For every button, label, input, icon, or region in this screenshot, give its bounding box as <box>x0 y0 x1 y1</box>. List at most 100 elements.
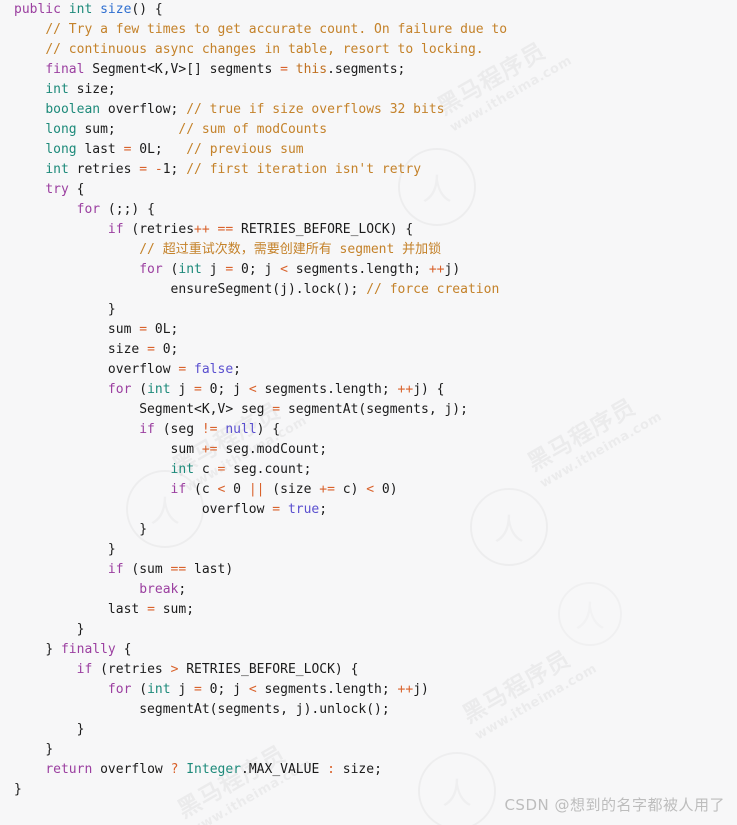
code-line: sum += seg.modCount; <box>0 440 737 460</box>
code-line: int retries = -1; // first iteration isn… <box>0 160 737 180</box>
code-token-kw: finally <box>60 642 116 657</box>
code-token-plain: sum; <box>154 602 195 617</box>
code-token-plain: } <box>45 642 61 657</box>
code-token-type: long <box>45 122 77 137</box>
code-line: public int size() { <box>0 0 737 20</box>
code-line: last = sum; <box>0 600 737 620</box>
code-token-cmt: // force creation <box>366 282 500 297</box>
code-line: // continuous async changes in table, re… <box>0 40 737 60</box>
code-token-op: == <box>170 562 187 577</box>
code-line: for (int j = 0; j < segments.length; ++j… <box>0 380 737 400</box>
code-token-plain: sum <box>107 322 140 337</box>
code-token-plain: j <box>201 262 226 277</box>
code-token-kw: break <box>139 582 179 597</box>
code-token-type: int <box>45 162 69 177</box>
code-token-plain: overflow <box>107 362 179 377</box>
code-token-plain: 0L; <box>147 322 179 337</box>
code-token-plain: j) <box>413 682 429 697</box>
code-line: } <box>0 740 737 760</box>
code-token-plain: } <box>45 742 54 757</box>
code-token-type: int <box>147 382 171 397</box>
code-token-plain: overflow; <box>100 102 187 117</box>
code-token-lit: true <box>287 502 320 517</box>
code-token-op: : <box>327 762 335 777</box>
code-token-plain: 0; j <box>201 682 249 697</box>
code-token-kw: if <box>107 562 124 577</box>
code-token-plain: (retries <box>123 222 195 237</box>
code-token-op: < <box>366 482 375 497</box>
code-token-plain: } <box>76 622 85 637</box>
code-line: if (retries > RETRIES_BEFORE_LOCK) { <box>0 660 737 680</box>
code-token-plain: retries <box>68 162 140 177</box>
code-token-plain: Segment<K,V>[] segments <box>84 62 281 77</box>
code-token-plain: last <box>107 602 148 617</box>
code-token-plain: 1; <box>162 162 187 177</box>
code-token-type: long <box>45 142 77 157</box>
code-line: int c = seg.count; <box>0 460 737 480</box>
code-token-plain: 0; j <box>201 382 249 397</box>
code-line: segmentAt(segments, j).unlock(); <box>0 700 737 720</box>
code-token-plain: last) <box>186 562 234 577</box>
code-line: return overflow ? Integer.MAX_VALUE : si… <box>0 760 737 780</box>
code-line: overflow = true; <box>0 500 737 520</box>
code-token-op: ++ <box>397 682 414 697</box>
code-token-op: || <box>248 482 265 497</box>
code-token-plain: segmentAt(segments, j); <box>280 402 468 417</box>
code-token-cmt: // previous sum <box>186 142 304 157</box>
code-screenshot: 黑马程序员 www.itheima.com 黑马程序员 www.itheima.… <box>0 0 737 825</box>
code-token-plain: 0; j <box>233 262 281 277</box>
code-line: Segment<K,V> seg = segmentAt(segments, j… <box>0 400 737 420</box>
code-token-plain: } <box>107 302 116 317</box>
code-token-lit: false <box>194 362 234 377</box>
code-token-type: Integer <box>186 762 242 777</box>
code-token-plain: overflow <box>201 502 273 517</box>
code-line: long last = 0L; // previous sum <box>0 140 737 160</box>
code-token-op: += <box>201 442 218 457</box>
code-line: } <box>0 720 737 740</box>
code-token-kw: for <box>76 202 101 217</box>
code-token-cmt: // first iteration isn't retry <box>186 162 422 177</box>
code-token-op: = <box>194 682 202 697</box>
code-token-type: int <box>178 262 202 277</box>
code-line: if (retries++ == RETRIES_BEFORE_LOCK) { <box>0 220 737 240</box>
code-line: ensureSegment(j).lock(); // force creati… <box>0 280 737 300</box>
code-token-op: ++ <box>194 222 210 237</box>
code-token-plain: { <box>68 182 85 197</box>
code-token-op: = <box>147 342 155 357</box>
code-token-type: int <box>45 82 69 97</box>
code-line: int size; <box>0 80 737 100</box>
code-token-plain: segments.length; <box>256 682 398 697</box>
code-line: } <box>0 540 737 560</box>
code-line: if (seg != null) { <box>0 420 737 440</box>
code-line: // 超过重试次数，需要创建所有 segment 并加锁 <box>0 240 737 260</box>
code-token-op: += <box>319 482 335 497</box>
code-line: for (int j = 0; j < segments.length; ++j… <box>0 260 737 280</box>
code-token-plain: size; <box>68 82 116 97</box>
code-token-op: ++ <box>397 382 414 397</box>
code-token-plain: } <box>76 722 85 737</box>
code-token-plain: last <box>76 142 124 157</box>
code-token-kw: for <box>139 262 163 277</box>
code-token-plain: c <box>194 462 218 477</box>
code-token-fn: size <box>100 2 132 17</box>
code-line: overflow = false; <box>0 360 737 380</box>
code-token-plain: 0; <box>154 342 179 357</box>
